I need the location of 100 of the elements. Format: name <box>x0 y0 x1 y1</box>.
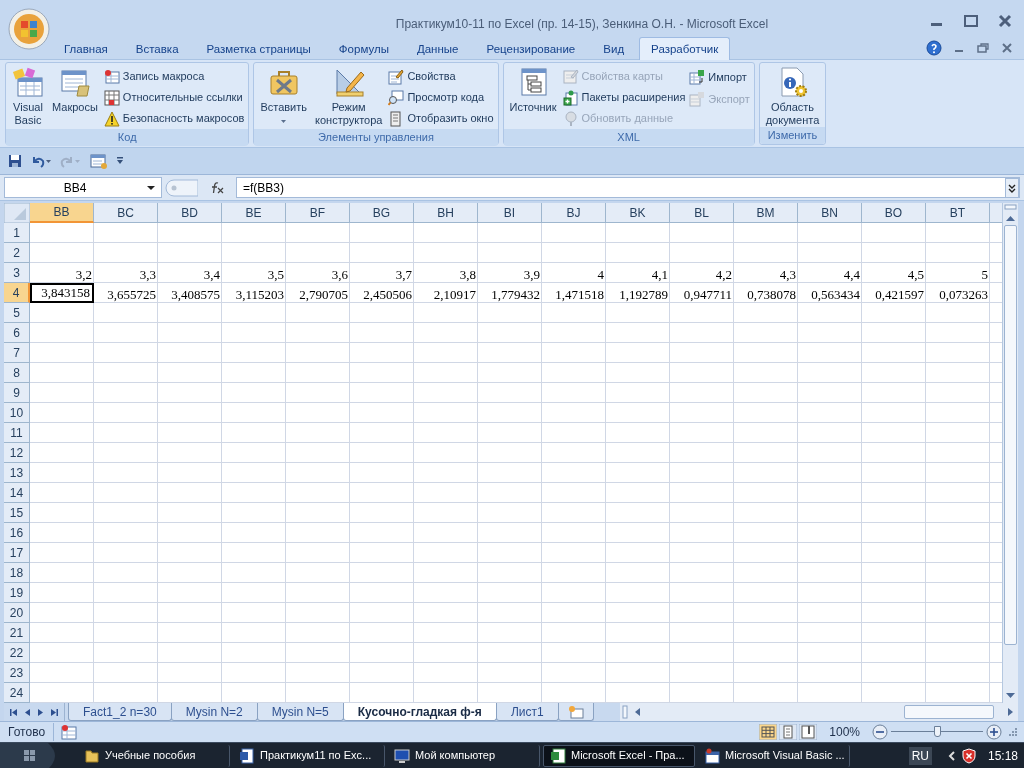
table-cell[interactable]: 2,450506 <box>350 283 414 303</box>
ribbon-tab[interactable]: Рецензирование <box>472 37 590 60</box>
name-box[interactable]: BB4 <box>4 177 162 198</box>
column-header[interactable]: BH <box>414 203 478 223</box>
table-cell[interactable]: 3,6 <box>286 263 350 283</box>
ribbon-button[interactable]: Отобразить окно <box>388 108 494 129</box>
table-cell[interactable]: 3,2 <box>30 263 94 283</box>
table-cell[interactable]: 4,2 <box>670 263 734 283</box>
column-header[interactable]: BT <box>926 203 990 223</box>
row-header[interactable]: 5 <box>4 303 30 323</box>
last-sheet-icon[interactable] <box>50 707 58 717</box>
ribbon-button[interactable]: Относительные ссылки <box>103 87 245 108</box>
row-header[interactable]: 8 <box>4 363 30 383</box>
column-header[interactable]: BC <box>94 203 158 223</box>
expand-icon[interactable] <box>1005 177 1019 198</box>
row-header[interactable]: 14 <box>4 483 30 503</box>
ribbon-button[interactable]: Вставить <box>258 66 310 124</box>
table-cell[interactable]: 3,7 <box>350 263 414 283</box>
table-cell[interactable]: 2,790705 <box>286 283 350 303</box>
zoom-level[interactable]: 100% <box>829 723 860 741</box>
ribbon-tab[interactable]: Данные <box>402 37 473 60</box>
slider-thumb[interactable] <box>934 726 941 737</box>
column-header[interactable]: BK <box>606 203 670 223</box>
column-header[interactable]: BI <box>478 203 542 223</box>
close-button[interactable] <box>1000 42 1014 54</box>
ribbon-button[interactable]: Свойства <box>388 66 494 87</box>
table-cell[interactable]: 0,738078 <box>734 283 798 303</box>
row-header[interactable]: 21 <box>4 623 30 643</box>
row-header[interactable]: 1 <box>4 223 30 243</box>
table-cell[interactable]: 3,655725 <box>94 283 158 303</box>
sheet-tab[interactable]: Кусочно-гладкая ф-я <box>342 703 497 721</box>
ribbon-button[interactable]: Область документа <box>763 66 822 127</box>
ribbon-tab[interactable]: Главная <box>50 37 122 60</box>
ribbon-button[interactable]: Visual Basic <box>10 66 46 127</box>
table-cell[interactable]: 2,10917 <box>414 283 478 303</box>
ribbon-button[interactable]: Источник <box>507 66 559 114</box>
table-cell[interactable]: 3,5 <box>222 263 286 283</box>
column-header[interactable]: BF <box>286 203 350 223</box>
ribbon-button[interactable]: Режим конструктора <box>313 66 385 127</box>
table-cell[interactable]: 4,4 <box>798 263 862 283</box>
row-header[interactable]: 19 <box>4 583 30 603</box>
ribbon-tab[interactable]: Разметка страницы <box>192 37 325 60</box>
row-header[interactable]: 18 <box>4 563 30 583</box>
table-cell[interactable]: 3,4 <box>158 263 222 283</box>
customize-arrow-icon[interactable] <box>116 156 124 166</box>
table-cell[interactable]: 1,471518 <box>542 283 606 303</box>
row-header[interactable]: 16 <box>4 523 30 543</box>
column-header[interactable]: BL <box>670 203 734 223</box>
table-cell[interactable]: 1,779432 <box>478 283 542 303</box>
ribbon-tab[interactable]: Разработчик <box>639 37 731 60</box>
table-cell[interactable]: 4,3 <box>734 263 798 283</box>
table-cell[interactable]: 3,843158 <box>30 283 94 303</box>
sheet-tab[interactable]: Mysin N=5 <box>256 703 344 721</box>
formula-field[interactable]: =f(BB3) <box>236 177 1020 198</box>
first-sheet-icon[interactable] <box>10 707 18 717</box>
previous-sheet-icon[interactable] <box>24 707 31 717</box>
split-handle-icon[interactable] <box>1003 203 1018 211</box>
ribbon-button[interactable]: Пакеты расширения <box>562 87 686 108</box>
normal-view-icon[interactable] <box>759 724 778 740</box>
undo-icon[interactable] <box>30 154 52 168</box>
row-header[interactable]: 3 <box>4 263 30 283</box>
row-header[interactable]: 7 <box>4 343 30 363</box>
column-header[interactable]: BG <box>350 203 414 223</box>
restore-button[interactable] <box>976 42 990 54</box>
table-cell[interactable]: 4 <box>542 263 606 283</box>
table-cell[interactable]: 5 <box>926 263 990 283</box>
scroll-thumb[interactable] <box>1004 225 1017 645</box>
table-cell[interactable]: 0,947711 <box>670 283 734 303</box>
ribbon-button[interactable]: Запись макроса <box>103 66 245 87</box>
table-cell[interactable]: 3,408575 <box>158 283 222 303</box>
row-header[interactable]: 22 <box>4 643 30 663</box>
ribbon-button[interactable]: Импорт <box>689 66 750 88</box>
row-header[interactable]: 20 <box>4 603 30 623</box>
sheet-tab[interactable]: Mysin N=2 <box>170 703 258 721</box>
shield-icon[interactable] <box>961 747 976 764</box>
table-cell[interactable]: 3,9 <box>478 263 542 283</box>
table-cell[interactable]: 1,192789 <box>606 283 670 303</box>
ribbon-button[interactable]: Просмотр кода <box>388 87 494 108</box>
close-button[interactable] <box>996 14 1014 28</box>
vertical-scrollbar[interactable] <box>1002 203 1018 703</box>
column-header[interactable]: BD <box>158 203 222 223</box>
zoom-in-button[interactable] <box>986 724 1002 740</box>
row-header[interactable]: 2 <box>4 243 30 263</box>
ribbon-button[interactable]: Макросы <box>50 66 100 114</box>
row-header[interactable]: 13 <box>4 463 30 483</box>
column-header[interactable]: BJ <box>542 203 606 223</box>
taskbar-button[interactable]: Microsoft Excel - Пра... <box>543 744 695 767</box>
split-handle-icon[interactable] <box>622 705 628 719</box>
column-header[interactable]: BM <box>734 203 798 223</box>
row-header[interactable]: 11 <box>4 423 30 443</box>
taskbar-button[interactable]: Microsoft Visual Basic ... <box>698 744 850 767</box>
sheet-tab[interactable]: Fact1_2 n=30 <box>68 703 172 721</box>
table-cell[interactable]: 4,1 <box>606 263 670 283</box>
function-icon[interactable] <box>209 181 225 194</box>
horizontal-scrollbar[interactable] <box>620 703 1018 721</box>
next-sheet-icon[interactable] <box>37 707 44 717</box>
table-cell[interactable]: 3,115203 <box>222 283 286 303</box>
column-header[interactable]: BB <box>30 203 94 223</box>
column-header[interactable]: BO <box>862 203 926 223</box>
ribbon-button[interactable]: Безопасность макросов <box>103 108 245 129</box>
